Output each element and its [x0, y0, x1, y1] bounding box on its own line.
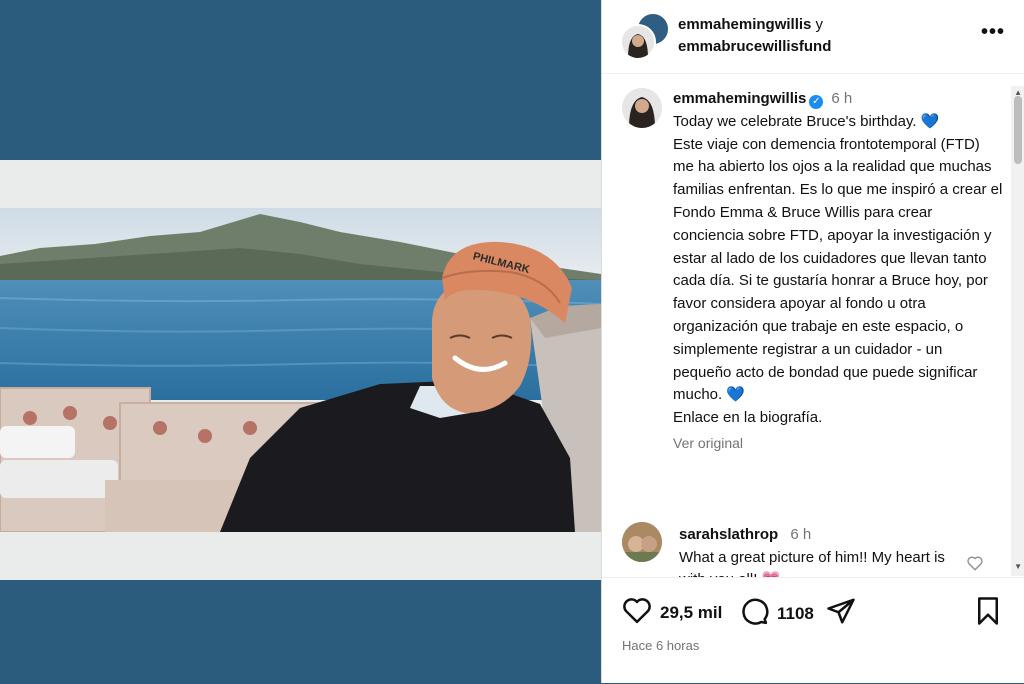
caption-time: 6 h — [831, 90, 853, 107]
caption-text: Today we celebrate Bruce's birthday. 💙 E… — [673, 112, 1003, 427]
comment-avatar[interactable] — [622, 522, 662, 562]
see-original-link[interactable]: Ver original — [673, 432, 1003, 455]
comments-section[interactable]: emmahemingwillis ✓ 6 h Today we celebrate … — [602, 74, 1024, 577]
scroll-down-icon[interactable]: ▼ — [1014, 562, 1022, 571]
comment-heart-icon[interactable] — [966, 554, 984, 577]
caption-body: emmahemingwillis ✓ 6 h Today we celebrate … — [673, 88, 1003, 455]
collab-usernames: emmahemingwillis y emmabrucewillisfund — [678, 14, 831, 58]
likes-count[interactable]: 29,5 mil — [660, 603, 722, 623]
post-timestamp[interactable]: Hace 6 horas — [622, 638, 699, 653]
user-avatar[interactable] — [620, 24, 656, 60]
comment-text: What a great picture of him!! My heart i… — [679, 548, 945, 578]
more-icon[interactable]: ••• — [981, 22, 1005, 42]
caption-username-link[interactable]: emmahemingwillis — [673, 90, 806, 107]
like-action[interactable]: 29,5 mil — [622, 596, 722, 629]
comment-body: sarahslathrop 6 h What a great picture o… — [679, 524, 969, 577]
header-user2-link[interactable]: emmabrucewillisfund — [678, 38, 831, 55]
comment-action[interactable]: 1108 — [739, 596, 814, 631]
caption-avatar[interactable] — [622, 88, 662, 128]
post-header: emmahemingwillis y emmabrucewillisfund •… — [602, 0, 1024, 74]
bookmark-icon[interactable] — [974, 596, 1010, 626]
post-photo[interactable]: PHILMARK — [0, 208, 601, 532]
photo-illustration: PHILMARK — [0, 208, 601, 532]
heart-icon[interactable] — [622, 596, 660, 629]
comment-time: 6 h — [790, 526, 812, 543]
collab-avatars[interactable] — [620, 12, 670, 60]
share-icon[interactable] — [826, 596, 864, 626]
action-bar: 29,5 mil 1108 Hace 6 horas — [602, 577, 1024, 684]
comments-count[interactable]: 1108 — [777, 604, 814, 624]
comment-username-link[interactable]: sarahslathrop — [679, 526, 778, 543]
header-connector: y — [815, 16, 824, 33]
comment-icon[interactable] — [739, 596, 777, 631]
post-sidebar: emmahemingwillis y emmabrucewillisfund •… — [601, 0, 1024, 683]
verified-icon: ✓ — [809, 95, 824, 109]
media-panel: PHILMARK — [0, 0, 601, 683]
header-user1-link[interactable]: emmahemingwillis — [678, 16, 811, 33]
scroll-thumb[interactable] — [1014, 96, 1022, 164]
